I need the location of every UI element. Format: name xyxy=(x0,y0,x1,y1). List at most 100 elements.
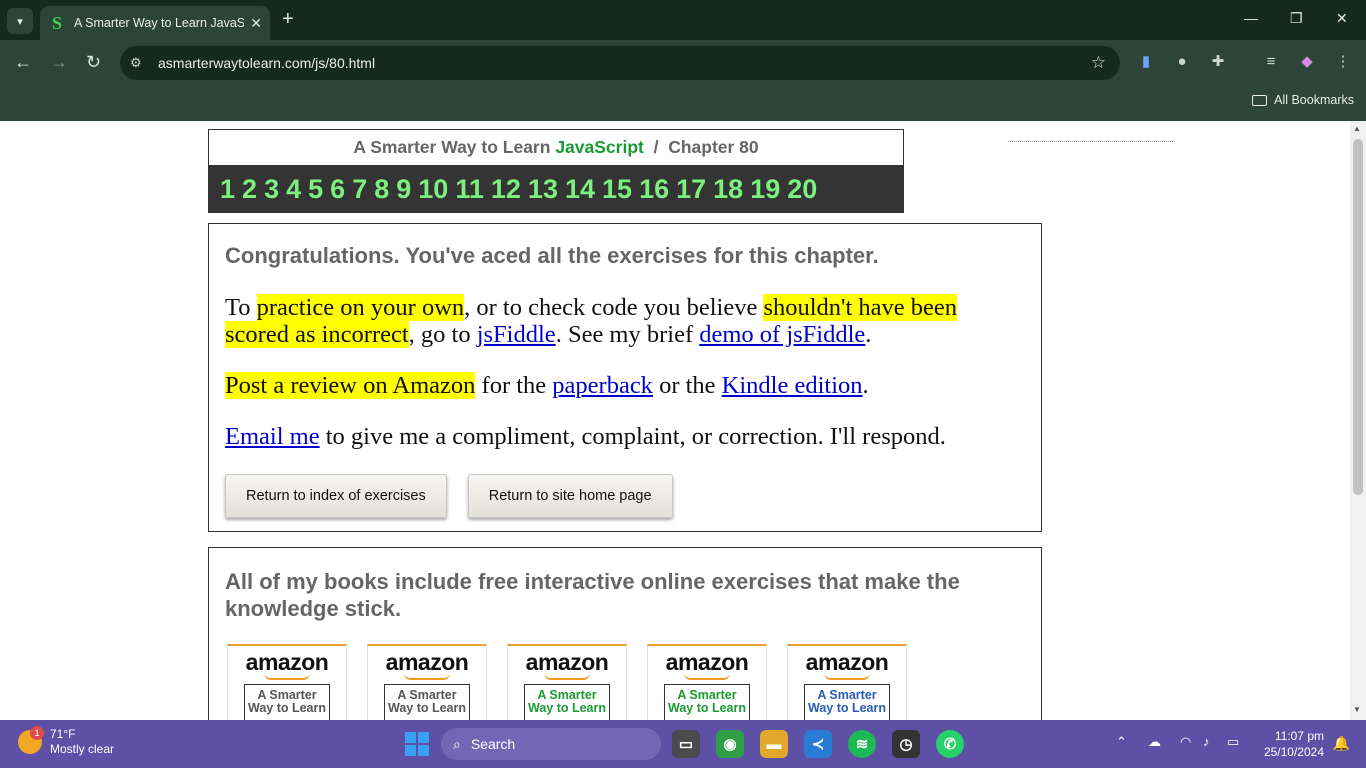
title-chapter: Chapter 80 xyxy=(668,137,759,157)
bookmarks-bar: All Bookmarks xyxy=(0,86,1366,121)
time: 11:07 pm xyxy=(1274,729,1324,743)
exercise-link[interactable]: 10 xyxy=(418,174,448,205)
book-card[interactable]: amazon A Smarter Way to Learn xyxy=(227,644,347,720)
action-buttons: Return to index of exercises Return to s… xyxy=(225,474,1025,518)
exercise-link[interactable]: 4 xyxy=(286,174,301,205)
restore-icon[interactable]: ❐ xyxy=(1290,10,1303,27)
volume-icon[interactable]: ♪ xyxy=(1203,734,1210,749)
text: To xyxy=(225,294,257,321)
back-icon[interactable]: ← xyxy=(14,52,32,72)
extensions-puzzle-icon[interactable]: ✚ xyxy=(1209,53,1227,71)
task-view-icon[interactable]: ▭ xyxy=(672,730,700,758)
notification-badge: 1 xyxy=(30,726,44,740)
exercise-link[interactable]: 16 xyxy=(639,174,669,205)
amazon-logo: amazon xyxy=(665,649,749,675)
active-tab[interactable]: S A Smarter Way to Learn JavaScript ✕ xyxy=(40,6,270,40)
tab-strip: ▾ S A Smarter Way to Learn JavaScript ✕ … xyxy=(0,0,1366,40)
menu-kebab-icon[interactable]: ⋮ xyxy=(1334,53,1352,71)
exercise-link[interactable]: 6 xyxy=(330,174,345,205)
battery-icon[interactable]: ▭ xyxy=(1227,734,1239,750)
search-icon: ⌕ xyxy=(453,735,461,752)
exercise-link[interactable]: 1 xyxy=(220,174,235,205)
vscode-icon[interactable]: ≺ xyxy=(804,730,832,758)
exercise-link[interactable]: 2 xyxy=(242,174,257,205)
show-hidden-icons-icon[interactable]: ⌃ xyxy=(1116,734,1127,750)
review-paragraph: Post a review on Amazon for the paperbac… xyxy=(225,372,1025,399)
reload-icon[interactable]: ↻ xyxy=(86,52,101,72)
extension-docs-icon[interactable]: ▮ xyxy=(1137,53,1155,71)
book-card[interactable]: amazon A Smarter Way to Learn xyxy=(367,644,487,720)
jsfiddle-demo-link[interactable]: demo of jsFiddle xyxy=(699,321,865,348)
exercise-link[interactable]: 20 xyxy=(787,174,817,205)
scroll-thumb[interactable] xyxy=(1353,139,1363,495)
scroll-down-icon[interactable]: ▼ xyxy=(1353,705,1361,714)
jsfiddle-link[interactable]: jsFiddle xyxy=(477,321,556,348)
whatsapp-icon[interactable]: ✆ xyxy=(936,730,964,758)
weather-widget[interactable]: 1 71°F Mostly clear xyxy=(18,726,114,757)
paperback-link[interactable]: paperback xyxy=(552,372,653,399)
exercise-link[interactable]: 15 xyxy=(602,174,632,205)
forward-icon[interactable]: → xyxy=(50,52,68,72)
search-label: Search xyxy=(470,736,516,752)
return-index-button[interactable]: Return to index of exercises xyxy=(225,474,447,518)
spotify-icon[interactable]: ≋ xyxy=(848,730,876,758)
book-card[interactable]: amazon A Smarter Way to Learn xyxy=(787,644,907,720)
email-paragraph: Email me to give me a compliment, compla… xyxy=(225,423,1025,450)
page-scrollbar[interactable]: ▲ ▼ xyxy=(1350,121,1366,720)
exercise-link[interactable]: 12 xyxy=(491,174,521,205)
exercise-link[interactable]: 17 xyxy=(676,174,706,205)
taskbar-clock[interactable]: 11:07 pm 25/10/2024 xyxy=(1264,728,1324,760)
tab-search-icon[interactable]: ▾ xyxy=(7,8,33,34)
close-window-icon[interactable]: ✕ xyxy=(1336,10,1348,27)
notification-bell-icon[interactable]: 🔔 xyxy=(1333,735,1350,752)
book-cover: A Smarter Way to Learn xyxy=(524,684,610,720)
clock-app-icon[interactable]: ◷ xyxy=(892,730,920,758)
wifi-icon[interactable]: ◠ xyxy=(1180,734,1191,750)
site-favicon-icon: S xyxy=(51,13,62,33)
exercise-link[interactable]: 9 xyxy=(396,174,411,205)
extension-robot-icon[interactable]: ● xyxy=(1173,53,1191,71)
exercise-link[interactable]: 8 xyxy=(374,174,389,205)
file-explorer-icon[interactable]: ▬ xyxy=(760,730,788,758)
windows-start-icon[interactable] xyxy=(405,732,429,756)
new-tab-icon[interactable]: + xyxy=(282,9,294,29)
email-link[interactable]: Email me xyxy=(225,423,320,450)
exercise-nav: 1 2 3 4 5 6 7 8 9 10 11 12 13 14 15 16 1… xyxy=(209,165,903,213)
bookmark-star-icon[interactable]: ☆ xyxy=(1091,53,1106,73)
return-home-button[interactable]: Return to site home page xyxy=(467,474,673,518)
onedrive-cloud-icon[interactable]: ☁ xyxy=(1148,734,1161,750)
address-bar[interactable]: ⚙ asmarterwaytolearn.com/js/80.html ☆ xyxy=(120,46,1120,80)
exercise-link[interactable]: 18 xyxy=(713,174,743,205)
exercise-link[interactable]: 11 xyxy=(455,174,484,205)
taskbar-search[interactable]: ⌕ Search xyxy=(441,728,661,760)
text: or the xyxy=(652,372,722,399)
media-control-icon[interactable]: ≡ xyxy=(1262,53,1280,71)
minimize-icon[interactable]: — xyxy=(1244,10,1258,26)
profile-avatar-icon[interactable]: ◆ xyxy=(1298,53,1316,71)
books-panel: All of my books include free interactive… xyxy=(208,547,1042,720)
kindle-link[interactable]: Kindle edition xyxy=(722,372,863,399)
exercise-link[interactable]: 7 xyxy=(352,174,367,205)
exercise-link[interactable]: 13 xyxy=(528,174,558,205)
url-text[interactable]: asmarterwaytolearn.com/js/80.html xyxy=(158,55,375,71)
folder-icon xyxy=(1252,94,1268,106)
highlight-review: Post a review on Amazon xyxy=(225,372,476,399)
site-info-icon[interactable]: ⚙ xyxy=(130,55,150,71)
exercise-link[interactable]: 5 xyxy=(308,174,323,205)
exercise-link[interactable]: 3 xyxy=(264,174,279,205)
close-tab-icon[interactable]: ✕ xyxy=(250,15,262,32)
book-card[interactable]: amazon A Smarter Way to Learn xyxy=(507,644,627,720)
text: . xyxy=(865,321,872,348)
book-card[interactable]: amazon A Smarter Way to Learn xyxy=(647,644,767,720)
chrome-icon[interactable]: ◉ xyxy=(716,730,744,758)
temperature: 71°F xyxy=(50,727,76,741)
book-cover: A Smarter Way to Learn xyxy=(244,684,330,720)
amazon-logo: amazon xyxy=(245,649,329,675)
text: , or to check code you believe xyxy=(464,294,764,321)
all-bookmarks-button[interactable]: All Bookmarks xyxy=(1252,93,1354,107)
text: , go to xyxy=(408,321,477,348)
exercise-link[interactable]: 19 xyxy=(750,174,780,205)
scroll-up-icon[interactable]: ▲ xyxy=(1353,124,1361,133)
date: 25/10/2024 xyxy=(1263,745,1324,759)
exercise-link[interactable]: 14 xyxy=(565,174,595,205)
